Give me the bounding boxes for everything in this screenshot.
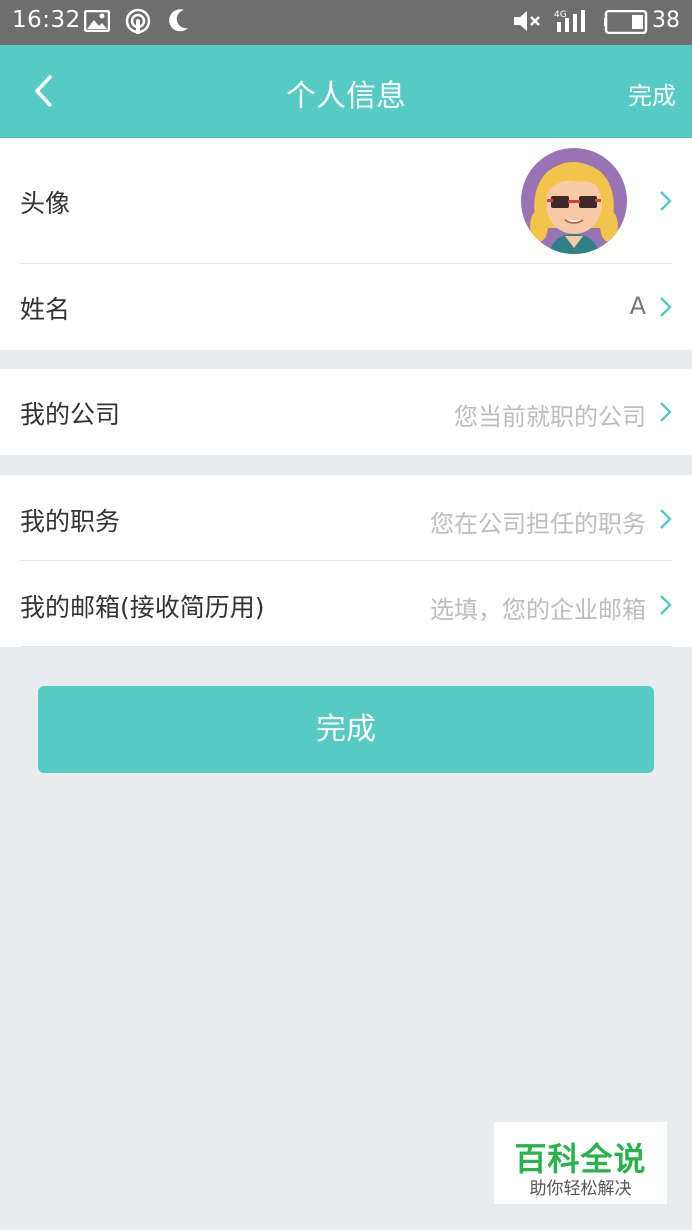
- watermark-subtitle: 助你轻松解决: [529, 1179, 632, 1199]
- app-header: 个人信息 完成: [0, 45, 692, 138]
- profile-group: 头像 姓名 A: [0, 138, 692, 350]
- status-time: 16:32: [12, 7, 81, 33]
- battery-level: 38: [652, 8, 680, 33]
- email-placeholder: 选填，您的企业邮箱: [430, 596, 646, 624]
- gallery-icon: [83, 9, 111, 36]
- company-placeholder: 您当前就职的公司: [454, 403, 646, 431]
- name-row[interactable]: 姓名 A: [0, 264, 692, 350]
- name-label: 姓名: [20, 295, 71, 324]
- signal-icon: 4G: [554, 8, 592, 38]
- chevron-right-icon: [658, 508, 672, 530]
- avatar[interactable]: [521, 148, 627, 254]
- email-label: 我的邮箱(接收简历用): [20, 593, 265, 622]
- position-placeholder: 您在公司担任的职务: [430, 510, 646, 538]
- chevron-right-icon: [658, 594, 672, 616]
- hotspot-icon: [124, 7, 152, 39]
- divider: [20, 646, 672, 647]
- chevron-right-icon: [658, 296, 672, 318]
- status-bar: 16:32 4G 38: [0, 0, 692, 45]
- avatar-row[interactable]: 头像: [0, 138, 692, 263]
- moon-icon: [166, 8, 190, 38]
- avatar-label: 头像: [20, 189, 71, 218]
- position-row[interactable]: 我的职务 您在公司担任的职务: [0, 475, 692, 560]
- svg-text:4G: 4G: [554, 10, 567, 20]
- company-row[interactable]: 我的公司 您当前就职的公司: [0, 369, 692, 455]
- mute-icon: [512, 10, 542, 36]
- position-label: 我的职务: [20, 507, 121, 536]
- chevron-right-icon: [658, 401, 672, 423]
- name-value: A: [629, 292, 646, 320]
- company-label: 我的公司: [20, 400, 121, 429]
- battery-icon: [604, 9, 650, 38]
- watermark-logo: 百科全说 助你轻松解决: [494, 1122, 667, 1204]
- company-group: 我的公司 您当前就职的公司: [0, 369, 692, 455]
- submit-button[interactable]: 完成: [38, 686, 654, 773]
- page-title: 个人信息: [286, 79, 406, 114]
- job-group: 我的职务 您在公司担任的职务 我的邮箱(接收简历用) 选填，您的企业邮箱: [0, 475, 692, 647]
- header-done-button[interactable]: 完成: [628, 76, 676, 111]
- email-row[interactable]: 我的邮箱(接收简历用) 选填，您的企业邮箱: [0, 561, 692, 647]
- chevron-right-icon: [658, 190, 672, 212]
